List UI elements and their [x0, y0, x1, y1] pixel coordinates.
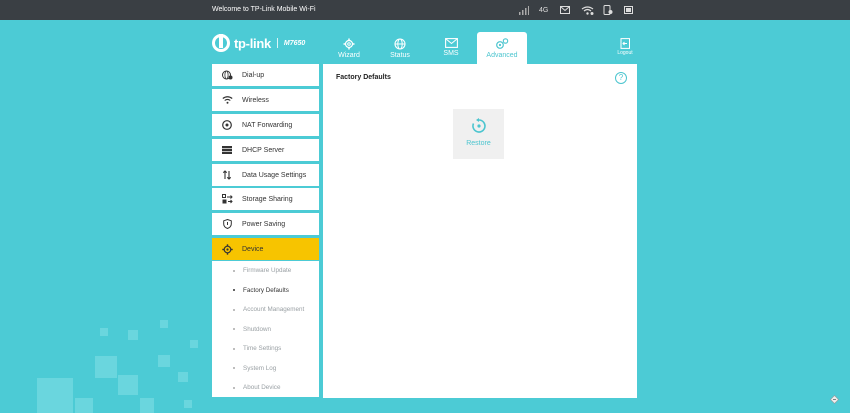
device-icon [603, 4, 613, 16]
wifi-icon [581, 4, 594, 16]
sidebar-item-storage-sharing[interactable]: Storage Sharing [212, 188, 319, 210]
submenu-item-time-settings[interactable]: Time Settings [212, 339, 319, 358]
tab-sms-label: SMS [443, 50, 459, 57]
sidebar-item-nat-forwarding[interactable]: NAT Forwarding [212, 114, 319, 136]
status-bar: Welcome to TP-Link Mobile Wi-Fi 4G [0, 0, 850, 20]
network-type: 4G [539, 6, 549, 14]
submenu-item-shutdown[interactable]: Shutdown [212, 320, 319, 339]
tp-link-mark-icon [212, 34, 230, 52]
share-icon [221, 194, 233, 204]
sidebar-item-data-usage-settings[interactable]: Data Usage Settings [212, 164, 319, 186]
tab-wizard[interactable]: Wizard [324, 32, 374, 64]
sidebar-item-dhcp-server[interactable]: DHCP Server [212, 139, 319, 161]
decor-square [140, 398, 154, 413]
bullet-icon [233, 367, 235, 369]
tab-sms[interactable]: SMS [426, 32, 476, 64]
submenu-item-label: Time Settings [243, 345, 282, 352]
submenu-item-factory-defaults[interactable]: Factory Defaults [212, 281, 319, 300]
submenu-item-label: About Device [243, 384, 281, 391]
mail-icon [444, 38, 458, 48]
bullet-icon [233, 308, 235, 311]
submenu-item-label: Shutdown [243, 325, 272, 333]
mail-icon[interactable] [560, 4, 570, 16]
tab-advanced[interactable]: Advanced [477, 32, 527, 64]
nat-icon [222, 120, 232, 130]
decor-square [118, 375, 138, 395]
sidebar-item-label: Storage Sharing [242, 195, 293, 203]
globe-gear-icon [221, 70, 232, 80]
battery-icon [624, 4, 634, 16]
submenu-item-system-log[interactable]: System Log [212, 359, 319, 378]
sidebar-item-label: DHCP Server [242, 146, 285, 154]
restore-icon [471, 118, 486, 133]
decor-square [100, 328, 108, 336]
logo-divider [276, 38, 278, 48]
tab-wizard-label: Wizard [338, 52, 360, 59]
help-icon[interactable]: ? [615, 72, 627, 84]
logout-button[interactable]: Logout [615, 38, 635, 56]
main-panel: Factory Defaults ? Restore [323, 64, 637, 398]
welcome-text: Welcome to TP-Link Mobile Wi-Fi [212, 6, 316, 13]
submenu-item-firmware-update[interactable]: Firmware Update [212, 261, 319, 280]
bullet-icon [233, 328, 235, 330]
gear-icon [221, 243, 233, 255]
sidebar-item-dial-up[interactable]: Dial-up [212, 64, 319, 86]
decor-square [190, 340, 198, 348]
decor-square [95, 356, 117, 378]
restore-button[interactable]: Restore [453, 109, 504, 159]
decor-square [75, 398, 93, 413]
sidebar-item-label: Device [242, 245, 264, 253]
brand-name: tp-link [234, 35, 271, 51]
tab-status-label: Status [390, 52, 410, 59]
gears-icon [496, 38, 509, 49]
sidebar-item-power-saving[interactable]: Power Saving [212, 213, 319, 235]
submenu-item-about-device[interactable]: About Device [212, 378, 319, 397]
scroll-corner-icon [830, 395, 839, 404]
bullet-icon [233, 289, 235, 291]
wifi-icon [221, 96, 233, 104]
decor-square [178, 372, 188, 382]
submenu-item-label: Firmware Update [243, 267, 292, 274]
sidebar-item-label: NAT Forwarding [242, 121, 293, 129]
bullet-icon [233, 386, 235, 389]
gear-icon [343, 38, 355, 50]
decor-square [158, 355, 170, 367]
sidebar-item-label: Power Saving [242, 220, 286, 228]
device-submenu: Firmware Update Factory Defaults Account… [212, 261, 319, 397]
decor-square [37, 378, 73, 413]
sidebar-item-device[interactable]: Device [212, 238, 319, 260]
bullet-icon [233, 269, 235, 272]
tab-advanced-label: Advanced [486, 52, 518, 59]
server-icon [222, 146, 232, 154]
submenu-item-label: Account Management [243, 306, 305, 313]
page-title: Factory Defaults [336, 74, 391, 81]
restore-label: Restore [466, 140, 491, 147]
submenu-item-label: Factory Defaults [243, 286, 289, 294]
decor-square [184, 400, 192, 408]
logout-label: Logout [617, 50, 633, 56]
decor-square [160, 320, 168, 328]
globe-icon [394, 38, 406, 50]
bullet-icon [233, 347, 235, 350]
shield-icon [222, 219, 232, 229]
submenu-item-account-management[interactable]: Account Management [212, 300, 319, 319]
sidebar-item-label: Wireless [242, 96, 269, 104]
sidebar-item-label: Dial-up [242, 71, 265, 79]
tp-link-logo: tp-link M7650 [212, 34, 305, 52]
signal-icon [519, 4, 529, 16]
tab-status[interactable]: Status [375, 32, 425, 64]
submenu-item-label: System Log [243, 364, 277, 372]
sidebar-item-label: Data Usage Settings [242, 171, 307, 179]
decor-square [128, 330, 138, 340]
logout-icon [620, 38, 630, 49]
sidebar-item-wireless[interactable]: Wireless [212, 89, 319, 111]
model-name: M7650 [283, 39, 306, 47]
arrows-icon [222, 170, 232, 180]
